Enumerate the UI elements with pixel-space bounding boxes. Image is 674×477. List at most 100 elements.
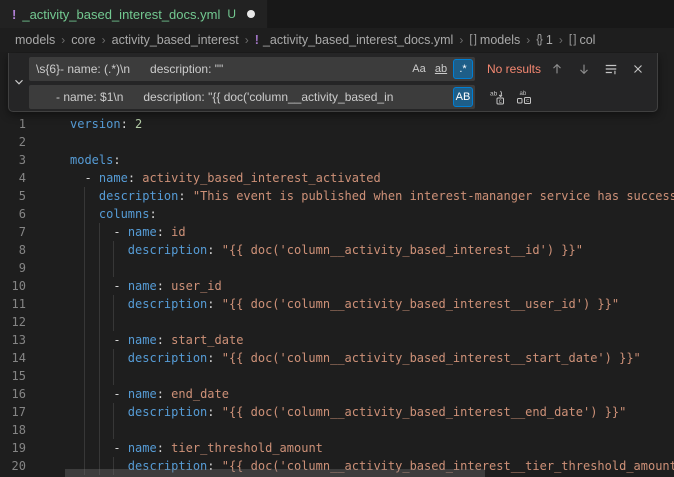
svg-text:ab: ab bbox=[490, 91, 498, 98]
symbol-array-icon: [ ] bbox=[469, 34, 476, 46]
replace-all-button[interactable]: ab c bbox=[514, 87, 534, 107]
line-text: models: bbox=[70, 151, 121, 169]
code-line: 15 bbox=[0, 367, 674, 385]
regex-button[interactable]: .* bbox=[453, 59, 473, 79]
yaml-icon: ! bbox=[255, 33, 259, 47]
replace-button[interactable]: ab c bbox=[487, 87, 507, 107]
line-number: 6 bbox=[0, 205, 26, 223]
svg-text:c: c bbox=[526, 98, 529, 104]
code-area[interactable]: 1version: 223models:4 - name: activity_b… bbox=[0, 52, 674, 475]
breadcrumb-item-models[interactable]: [ ] models bbox=[469, 33, 520, 47]
next-match-button[interactable] bbox=[574, 59, 594, 79]
find-input-value: \s{6}- name: (.*)\n description: "" bbox=[29, 57, 405, 81]
breadcrumb-item-1[interactable]: {}1 bbox=[536, 33, 553, 47]
preserve-case-button[interactable]: AB bbox=[453, 87, 473, 107]
close-icon bbox=[631, 62, 645, 76]
indent-guide bbox=[99, 259, 100, 277]
indent-guide bbox=[84, 187, 85, 205]
breadcrumb-separator: › bbox=[245, 33, 249, 47]
indent-guide bbox=[113, 259, 114, 277]
code-line: 10 - name: user_id bbox=[0, 277, 674, 295]
breadcrumb-item-core[interactable]: core bbox=[71, 33, 95, 47]
indent-guide bbox=[99, 439, 100, 457]
indent-guide bbox=[84, 295, 85, 313]
indent-guide bbox=[84, 385, 85, 403]
chevron-down-icon bbox=[12, 75, 26, 89]
replace-icon: ab c bbox=[489, 89, 505, 105]
line-number: 18 bbox=[0, 421, 26, 439]
code-line: 7 - name: id bbox=[0, 223, 674, 241]
breadcrumb-separator: › bbox=[102, 33, 106, 47]
code-line: 4 - name: activity_based_interest_activa… bbox=[0, 169, 674, 187]
line-number: 10 bbox=[0, 277, 26, 295]
code-line: 18 bbox=[0, 421, 674, 439]
indent-guide bbox=[84, 223, 85, 241]
symbol-object-icon: {} bbox=[536, 34, 542, 46]
git-untracked-badge: U bbox=[227, 7, 236, 21]
indent-guide bbox=[84, 205, 85, 223]
indent-guide bbox=[84, 313, 85, 331]
tab-active-file[interactable]: ! _activity_based_interest_docs.yml U bbox=[0, 0, 268, 28]
find-replace-widget: \s{6}- name: (.*)\n description: "" Aa a… bbox=[8, 53, 658, 112]
previous-match-button[interactable] bbox=[547, 59, 567, 79]
line-text: description: "{{ doc('column__activity_b… bbox=[70, 241, 583, 259]
breadcrumb-item-_activity_based_interest_docs.yml[interactable]: !_activity_based_interest_docs.yml bbox=[255, 33, 454, 47]
horizontal-scrollbar[interactable] bbox=[65, 469, 485, 477]
indent-guide bbox=[113, 313, 114, 331]
indent-guide bbox=[84, 349, 85, 367]
code-line: 16 - name: end_date bbox=[0, 385, 674, 403]
breadcrumb-item-activity_based_interest[interactable]: activity_based_interest bbox=[112, 33, 239, 47]
code-line: 9 bbox=[0, 259, 674, 277]
editor[interactable]: \s{6}- name: (.*)\n description: "" Aa a… bbox=[0, 52, 674, 477]
line-number: 20 bbox=[0, 457, 26, 475]
find-input[interactable]: \s{6}- name: (.*)\n description: "" Aa a… bbox=[29, 57, 475, 81]
indent-guide bbox=[84, 277, 85, 295]
close-find-widget-button[interactable] bbox=[628, 59, 648, 79]
line-text: - name: end_date bbox=[70, 385, 229, 403]
code-line: 6 columns: bbox=[0, 205, 674, 223]
line-number: 2 bbox=[0, 133, 26, 151]
symbol-array-icon: [ ] bbox=[569, 34, 576, 46]
indent-guide bbox=[99, 295, 100, 313]
modified-dot-icon[interactable] bbox=[247, 10, 255, 18]
whole-word-button[interactable]: ab bbox=[431, 59, 451, 79]
indent-guide bbox=[99, 277, 100, 295]
line-number: 9 bbox=[0, 259, 26, 277]
line-text: version: 2 bbox=[70, 115, 142, 133]
indent-guide bbox=[113, 421, 114, 439]
toggle-replace-button[interactable] bbox=[9, 53, 29, 111]
vscode-window: ! _activity_based_interest_docs.yml U mo… bbox=[0, 0, 674, 477]
find-in-selection-button[interactable] bbox=[601, 59, 621, 79]
breadcrumb-label: core bbox=[71, 33, 95, 47]
indent-guide bbox=[99, 241, 100, 259]
indent-guide bbox=[84, 367, 85, 385]
breadcrumb-separator: › bbox=[459, 33, 463, 47]
indent-guide bbox=[84, 241, 85, 259]
breadcrumb-separator: › bbox=[526, 33, 530, 47]
indent-guide bbox=[113, 295, 114, 313]
line-number: 13 bbox=[0, 331, 26, 349]
code-line: 2 bbox=[0, 133, 674, 151]
arrow-down-icon bbox=[577, 62, 591, 76]
breadcrumb-label: col bbox=[579, 33, 595, 47]
replace-all-icon: ab c bbox=[516, 89, 532, 105]
indent-guide bbox=[84, 421, 85, 439]
line-text: description: "{{ doc('column__activity_b… bbox=[70, 349, 641, 367]
breadcrumb-item-models[interactable]: models bbox=[15, 33, 55, 47]
line-number: 11 bbox=[0, 295, 26, 313]
breadcrumb-label: models bbox=[15, 33, 55, 47]
match-case-button[interactable]: Aa bbox=[409, 59, 429, 79]
arrow-up-icon bbox=[550, 62, 564, 76]
breadcrumb-label: models bbox=[480, 33, 520, 47]
breadcrumb-item-col[interactable]: [ ]col bbox=[569, 33, 596, 47]
replace-input-value: - name: $1\n description: "{{ doc('colum… bbox=[29, 85, 451, 109]
indent-guide bbox=[84, 259, 85, 277]
line-text: description: "This event is published wh… bbox=[70, 187, 674, 205]
line-number: 5 bbox=[0, 187, 26, 205]
indent-guide bbox=[99, 403, 100, 421]
replace-input[interactable]: - name: $1\n description: "{{ doc('colum… bbox=[29, 85, 475, 109]
indent-guide bbox=[99, 349, 100, 367]
tab-filename: _activity_based_interest_docs.yml bbox=[22, 7, 220, 22]
code-line: 11 description: "{{ doc('column__activit… bbox=[0, 295, 674, 313]
line-text: - name: activity_based_interest_activate… bbox=[70, 169, 381, 187]
